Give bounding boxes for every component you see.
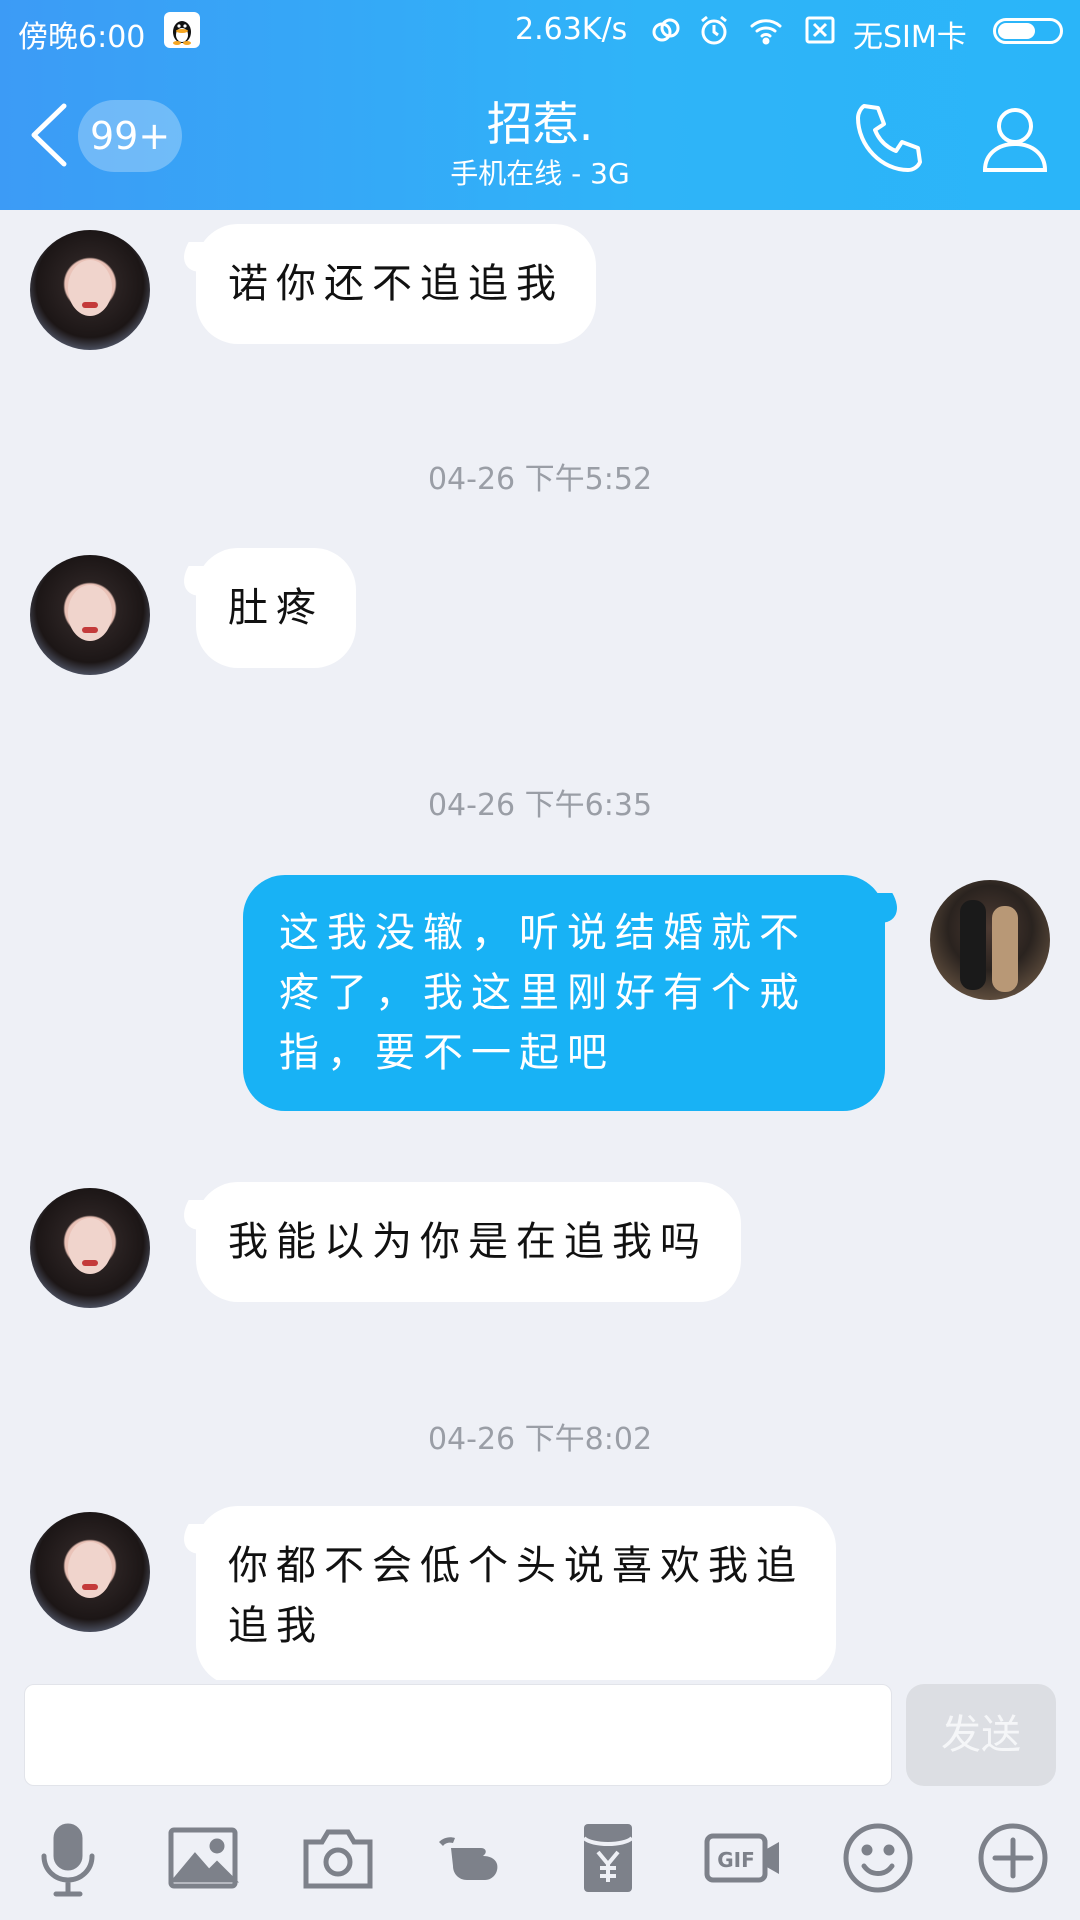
svg-text:GIF: GIF — [717, 1848, 755, 1872]
net-speed: 2.63K/s — [515, 12, 628, 47]
qq-icon — [164, 12, 200, 48]
contact-avatar[interactable] — [30, 230, 150, 350]
message-bubble-incoming[interactable]: 诺你还不追追我 — [196, 224, 596, 344]
message-input[interactable] — [24, 1684, 892, 1786]
wifi-icon — [748, 12, 784, 48]
no-sim-icon — [802, 12, 838, 48]
sim-status: 无SIM卡 — [853, 20, 967, 55]
send-button[interactable]: 发送 — [906, 1684, 1056, 1786]
message-bubble-incoming[interactable]: 肚疼 — [196, 548, 356, 668]
alarm-icon — [696, 12, 732, 48]
input-toolbar: GIF — [0, 1790, 1080, 1920]
phone-icon — [856, 104, 922, 172]
message-bubble-incoming[interactable]: 你都不会低个头说喜欢我追追我 — [196, 1506, 836, 1680]
input-bar: 发送 — [0, 1680, 1080, 1790]
plus-icon[interactable] — [973, 1818, 1053, 1898]
message-timestamp: 04-26 下午8:02 — [427, 1422, 653, 1457]
status-bar: 傍晚6:00 2.63K/s 无SIM卡 — [0, 0, 1080, 60]
camera-icon[interactable] — [298, 1818, 378, 1898]
microphone-icon[interactable] — [28, 1818, 108, 1898]
battery-icon — [993, 18, 1063, 44]
image-icon[interactable] — [163, 1818, 243, 1898]
emoji-icon[interactable] — [838, 1818, 918, 1898]
user-icon — [982, 108, 1048, 172]
contact-avatar[interactable] — [30, 1188, 150, 1308]
message-bubble-outgoing[interactable]: 这我没辙，听说结婚就不疼了，我这里刚好有个戒指，要不一起吧 — [243, 875, 885, 1111]
profile-button[interactable] — [975, 98, 1055, 178]
message-bubble-incoming[interactable]: 我能以为你是在追我吗 — [196, 1182, 741, 1302]
sync-icon — [648, 12, 684, 48]
contact-avatar[interactable] — [30, 1512, 150, 1632]
message-list[interactable]: 诺你还不追追我 04-26 下午5:52 肚疼 04-26 下午6:35 这我没… — [0, 210, 1080, 1680]
status-time: 傍晚6:00 — [18, 20, 146, 55]
message-timestamp: 04-26 下午5:52 — [427, 462, 653, 497]
red-packet-icon[interactable] — [568, 1818, 648, 1898]
poke-icon[interactable] — [433, 1818, 513, 1898]
call-button[interactable] — [850, 98, 930, 178]
gif-icon[interactable]: GIF — [703, 1818, 783, 1898]
my-avatar[interactable] — [930, 880, 1050, 1000]
contact-avatar[interactable] — [30, 555, 150, 675]
message-timestamp: 04-26 下午6:35 — [427, 788, 653, 823]
chat-screen: 傍晚6:00 2.63K/s 无SIM卡 99+ 招惹. 手机在线 - 3G 诺… — [0, 0, 1080, 1920]
chat-header: 傍晚6:00 2.63K/s 无SIM卡 99+ 招惹. 手机在线 - 3G — [0, 0, 1080, 210]
